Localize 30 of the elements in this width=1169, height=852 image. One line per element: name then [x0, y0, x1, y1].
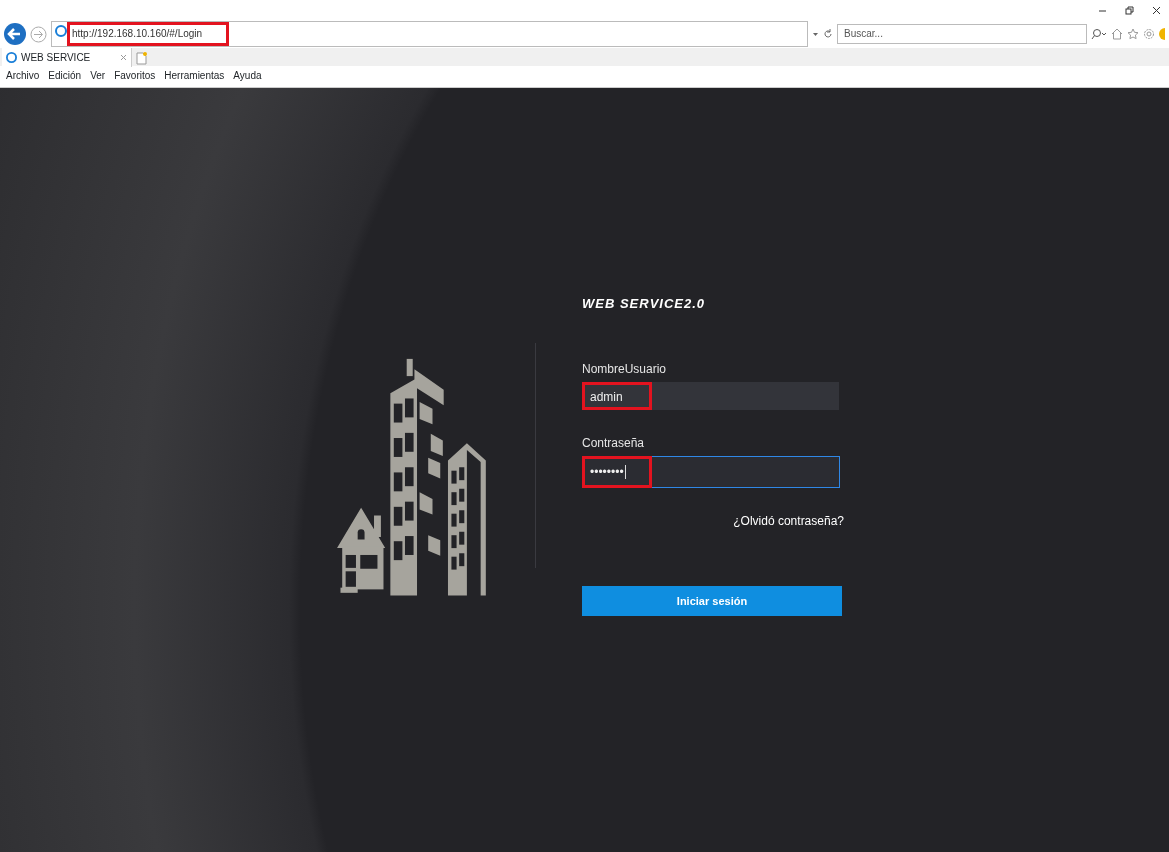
forgot-password-link[interactable]: ¿Olvidó contraseña? [733, 513, 844, 528]
address-bar[interactable]: http://192.168.10.160/#/Login [51, 21, 808, 47]
forward-icon[interactable] [30, 25, 47, 43]
password-field[interactable]: •••••••• [582, 455, 840, 488]
field-label: Contraseña [582, 434, 646, 452]
tab-title: WEB SERVICE [21, 51, 92, 65]
menu-item[interactable]: Herramientas [164, 66, 225, 86]
home-icon[interactable] [1111, 28, 1123, 40]
menu-item[interactable]: Ver [90, 66, 106, 86]
settings-icon[interactable] [1143, 28, 1155, 40]
login-title: WEB SERVICE2.0 [582, 295, 707, 314]
refresh-icon[interactable] [823, 29, 833, 39]
close-icon[interactable] [1152, 5, 1161, 15]
field-label: NombreUsuario [582, 360, 668, 378]
menu-item[interactable]: Edición [48, 66, 82, 86]
login-button[interactable]: Iniciar sesión [582, 585, 842, 616]
browser-tab[interactable]: WEB SERVICE [2, 48, 132, 67]
menu-item[interactable]: Favoritos [114, 66, 156, 86]
dropdown-icon[interactable] [812, 30, 819, 38]
search-field[interactable]: Buscar... [837, 24, 1087, 44]
search-icon[interactable] [1091, 28, 1107, 40]
menu-item[interactable]: Ayuda [233, 66, 262, 86]
menu-item[interactable]: Archivo [6, 66, 40, 86]
back-icon[interactable] [4, 23, 26, 45]
input-field[interactable]: admin [582, 381, 839, 410]
restore-icon[interactable] [1125, 5, 1134, 15]
globe-icon [6, 52, 17, 63]
star-icon[interactable] [1127, 28, 1139, 40]
new-tab-icon[interactable] [136, 52, 147, 65]
globe-icon [55, 25, 67, 37]
